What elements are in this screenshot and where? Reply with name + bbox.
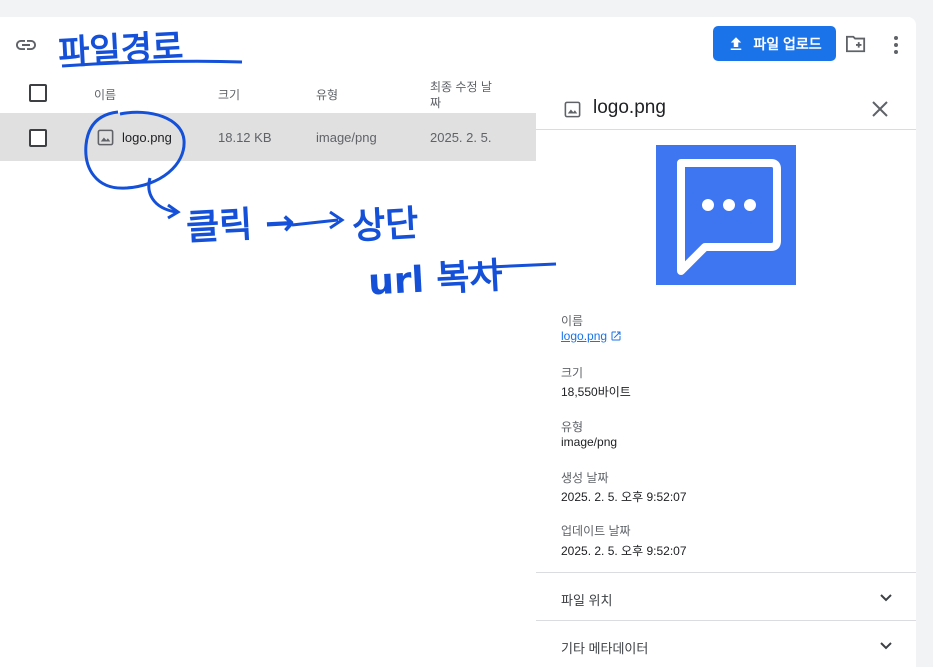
file-size: 18.12 KB [218,130,272,145]
meta-created-value: 2025. 2. 5. 오후 9:52:07 [561,490,687,504]
upload-button-label: 파일 업로드 [753,35,822,52]
row-checkbox[interactable] [29,129,47,147]
upload-icon [731,36,742,50]
select-all-checkbox[interactable] [29,84,47,102]
chevron-down-icon [880,642,892,650]
table-row[interactable]: logo.png 18.12 KB image/png 2025. 2. 5. [0,113,536,161]
column-header-type[interactable]: 유형 [316,86,338,103]
section-label: 기타 메타데이터 [561,641,649,656]
annotation-top: 상단 [351,203,420,248]
new-folder-icon[interactable] [845,34,867,54]
image-preview [656,145,796,285]
chevron-down-icon [880,594,892,602]
file-detail-panel: logo.png 이름 logo.png 크기 18,550바이트 유형 ima… [536,82,916,667]
file-url-link[interactable]: logo.png [561,329,622,343]
panel-header: logo.png [536,82,916,130]
meta-created-label: 생성 날짜 [561,471,609,485]
image-file-icon [97,129,114,146]
image-file-icon [564,101,581,118]
column-header-size[interactable]: 크기 [218,86,240,103]
more-options-icon[interactable] [886,34,906,56]
meta-size-value: 18,550바이트 [561,385,631,399]
column-header-name[interactable]: 이름 [94,86,116,103]
chat-bubble-icon [677,159,781,275]
section-label: 파일 위치 [561,593,613,608]
link-icon[interactable] [14,36,38,54]
file-name-cell[interactable]: logo.png [96,128,172,147]
meta-size-label: 크기 [561,366,584,380]
annotation-click: 클릭 → [185,202,297,249]
file-location-section[interactable]: 파일 위치 [536,572,916,620]
open-in-new-icon [611,331,621,341]
column-header-modified-wrap: 짜 [430,96,442,110]
annotation-url-copy: url 복사 [367,255,504,304]
meta-type-label: 유형 [561,420,584,434]
file-modified: 2025. 2. 5. [430,130,492,145]
meta-updated-label: 업데이트 날짜 [561,524,631,538]
column-header-modified[interactable]: 최종 수정 날 [430,78,492,95]
annotation-file-path: 파일경로 [57,26,185,74]
meta-name-label: 이름 [561,314,584,328]
other-metadata-section[interactable]: 기타 메타데이터 [536,620,916,667]
meta-updated-value: 2025. 2. 5. 오후 9:52:07 [561,544,687,558]
file-url-link-text: logo.png [561,329,608,343]
panel-title: logo.png [593,97,666,118]
close-icon[interactable] [871,100,889,118]
meta-type-value: image/png [561,435,618,449]
file-name: logo.png [122,130,172,145]
file-type: image/png [316,130,377,145]
upload-file-button[interactable]: 파일 업로드 [713,26,836,61]
